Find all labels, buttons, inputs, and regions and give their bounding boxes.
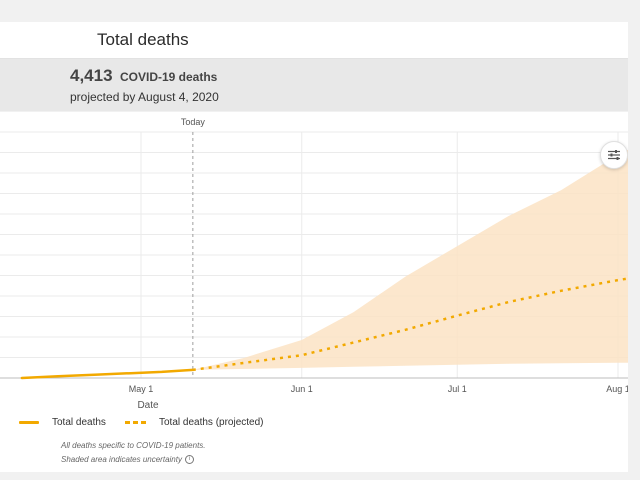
summary-headline: 4,413 COVID-19 deaths [70, 66, 217, 86]
today-marker: Today [181, 117, 206, 378]
legend-item-actual[interactable]: Total deaths [19, 417, 106, 428]
legend-swatch-solid [19, 421, 39, 424]
x-axis: May 1 Jun 1 Jul 1 Aug 1 [129, 384, 628, 394]
legend-label-projected: Total deaths (projected) [159, 417, 264, 428]
footnote-uncertainty: Shaded area indicates uncertainty i [61, 455, 194, 465]
info-icon[interactable]: i [184, 455, 194, 465]
summary-panel: 4,413 COVID-19 deaths projected by Augus… [0, 59, 628, 111]
total-deaths-chart: Today May 1 Jun 1 Jul 1 Aug 1 Date [0, 117, 628, 411]
page-edge [628, 0, 640, 480]
uncertainty-band [192, 149, 628, 370]
projection-date-text: projected by August 4, 2020 [70, 90, 219, 104]
death-count: 4,413 [70, 66, 113, 85]
chart-settings-button[interactable] [600, 141, 628, 169]
x-tick-label: Jun 1 [291, 384, 313, 394]
x-tick-label: Jul 1 [448, 384, 467, 394]
footnote-uncertainty-text: Shaded area indicates uncertainty [61, 455, 182, 464]
chart-title: Total deaths [97, 30, 189, 49]
legend-label-actual: Total deaths [52, 417, 106, 428]
series-line-total-deaths [20, 368, 195, 380]
sliders-icon [608, 150, 620, 160]
x-axis-label: Date [137, 400, 159, 411]
x-tick-label: Aug 1 [606, 384, 628, 394]
today-label: Today [181, 117, 206, 127]
death-count-label: COVID-19 deaths [120, 70, 218, 84]
x-tick-label: May 1 [129, 384, 154, 394]
chart-title-bar: Total deaths [0, 22, 628, 59]
legend-item-projected[interactable]: Total deaths (projected) [125, 417, 264, 428]
legend-swatch-dashed [125, 421, 147, 424]
footnote-deaths: All deaths specific to COVID-19 patients… [61, 441, 206, 450]
